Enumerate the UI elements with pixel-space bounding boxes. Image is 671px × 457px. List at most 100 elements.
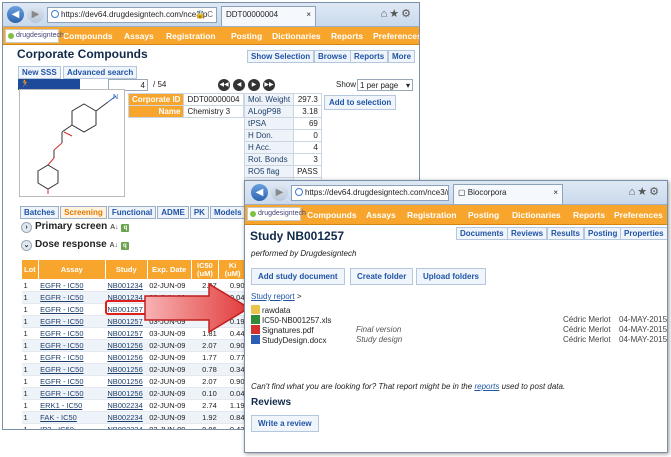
chevron-right-icon[interactable]: › xyxy=(21,222,32,233)
star-icon[interactable]: ★ xyxy=(637,186,649,198)
assay-link[interactable]: IP3 - IC50 xyxy=(40,425,74,429)
add-study-document-button[interactable]: Add study document xyxy=(251,268,345,285)
advanced-search-button[interactable]: Advanced search xyxy=(63,66,138,79)
create-folder-button[interactable]: Create folder xyxy=(350,268,414,285)
gear-icon[interactable]: ⚙ xyxy=(401,8,413,20)
file-name[interactable]: Signatures.pdf xyxy=(262,326,314,335)
star-icon[interactable]: ★ xyxy=(389,8,401,20)
browser-icons[interactable]: ⌂★⚙ xyxy=(381,7,413,20)
assay-link[interactable]: EGFR - IC50 xyxy=(40,293,83,302)
gear-icon[interactable]: ⚙ xyxy=(649,186,661,198)
study-link[interactable]: NB001256 xyxy=(107,389,142,398)
last-page-button[interactable]: ▶▶ xyxy=(263,79,275,91)
posting-button[interactable]: Posting xyxy=(584,227,622,240)
study-link[interactable]: NB002234 xyxy=(107,413,142,422)
query-icon[interactable]: q xyxy=(120,242,129,250)
file-row[interactable]: StudyDesign.docx Study design Cédric Merlo… xyxy=(251,335,667,346)
properties-button[interactable]: Properties xyxy=(620,227,667,240)
primary-screen-header[interactable]: › Primary screen A↓ q xyxy=(21,221,130,233)
menu-assays[interactable]: Assays xyxy=(124,27,154,45)
assay-link[interactable]: EGFR - IC50 xyxy=(40,389,83,398)
assay-link[interactable]: EGFR - IC50 xyxy=(40,281,83,290)
col-lot[interactable]: Lot xyxy=(21,259,39,280)
file-name[interactable]: IC50-NB001257.xls xyxy=(262,316,331,325)
upload-folders-button[interactable]: Upload folders xyxy=(416,268,487,285)
browse-button[interactable]: Browse xyxy=(314,50,351,63)
browser-tab[interactable]: DDT00000004 × xyxy=(221,6,316,26)
reports-link[interactable]: reports xyxy=(474,382,499,391)
assay-link[interactable]: EGFR - IC50 xyxy=(40,317,83,326)
menu-dictionaries[interactable]: Dictionaries xyxy=(272,27,321,45)
col-ic50[interactable]: IC50 (uM) xyxy=(190,259,220,280)
home-icon[interactable]: ⌂ xyxy=(381,8,390,20)
assay-link[interactable]: EGFR - IC50 xyxy=(40,377,83,386)
menu-reports[interactable]: Reports xyxy=(331,27,363,45)
tab-models[interactable]: Models xyxy=(209,206,246,219)
menu-registration[interactable]: Registration xyxy=(166,27,216,45)
browser-tab[interactable]: ▢ Biocorpora × xyxy=(453,184,563,204)
write-review-button[interactable]: Write a review xyxy=(251,415,319,432)
show-selection-button[interactable]: Show Selection xyxy=(247,50,315,63)
menu-dictionaries[interactable]: Dictionaries xyxy=(512,205,561,223)
assay-link[interactable]: ERK1 - IC50 xyxy=(40,401,82,410)
reviews-button[interactable]: Reviews xyxy=(507,227,548,240)
sort-icon[interactable]: A↓ xyxy=(109,242,118,249)
study-link[interactable]: NB001234 xyxy=(107,281,142,290)
col-exp-date[interactable]: Exp. Date xyxy=(146,259,192,280)
study-link[interactable]: NB001256 xyxy=(107,365,142,374)
tab-adme[interactable]: ADME xyxy=(157,206,189,219)
menu-compounds[interactable]: Compounds xyxy=(63,27,113,45)
sort-icon[interactable]: A↓ xyxy=(110,224,119,231)
forward-button[interactable]: ▶ xyxy=(27,6,44,23)
col-assay[interactable]: Assay xyxy=(37,259,106,280)
study-report-link[interactable]: Study report xyxy=(251,292,295,301)
per-page-select[interactable]: 1 per page ▾ xyxy=(357,79,413,91)
add-to-selection-button[interactable]: Add to selection xyxy=(324,95,397,110)
more-button[interactable]: More xyxy=(388,50,416,63)
col-study[interactable]: Study xyxy=(104,259,148,280)
query-icon[interactable]: q xyxy=(121,224,130,232)
tab-batches[interactable]: Batches xyxy=(20,206,60,219)
tab-screening[interactable]: Screening xyxy=(60,206,107,219)
menu-compounds[interactable]: Compounds xyxy=(307,205,357,223)
menu-reports[interactable]: Reports xyxy=(573,205,605,223)
home-icon[interactable]: ⌂ xyxy=(629,186,638,198)
address-bar[interactable]: https://dev64.drugdesigntech.com/nce3/p … xyxy=(47,7,217,23)
address-bar[interactable]: https://dev64.drugdesigntech.com/nce3/re xyxy=(291,185,449,201)
assay-link[interactable]: EGFR - IC50 xyxy=(40,329,83,338)
study-link[interactable]: NB001256 xyxy=(107,353,142,362)
assay-link[interactable]: EGFR - IC50 xyxy=(40,341,83,350)
next-page-button[interactable]: ▶ xyxy=(248,79,260,91)
close-tab-icon[interactable]: × xyxy=(553,188,558,197)
browser-icons[interactable]: ⌂★⚙ xyxy=(629,185,661,198)
study-link[interactable]: NB001257 xyxy=(107,317,142,326)
new-sss-button[interactable]: New SSS xyxy=(18,66,61,79)
assay-link[interactable]: FAK - IC50 xyxy=(40,413,77,422)
back-button[interactable]: ◀ xyxy=(251,184,268,201)
menu-assays[interactable]: Assays xyxy=(366,205,396,223)
chevron-down-icon[interactable]: ⌄ xyxy=(21,240,32,251)
tab-pk[interactable]: PK xyxy=(189,206,209,219)
menu-preferences[interactable]: Preferences xyxy=(373,27,419,45)
study-link[interactable]: NB002234 xyxy=(107,401,142,410)
forward-button[interactable]: ▶ xyxy=(271,184,288,201)
file-name[interactable]: rawdata xyxy=(262,306,290,315)
menu-registration[interactable]: Registration xyxy=(407,205,457,223)
study-link[interactable]: NB001256 xyxy=(107,377,142,386)
study-link[interactable]: NB001256 xyxy=(107,341,142,350)
prev-page-button[interactable]: ◀ xyxy=(233,79,245,91)
first-page-button[interactable]: ◀◀ xyxy=(218,79,230,91)
study-link[interactable]: NB001257 xyxy=(107,329,142,338)
study-link[interactable]: NB002234 xyxy=(107,425,142,429)
menu-preferences[interactable]: Preferences xyxy=(614,205,663,223)
assay-link[interactable]: EGFR - IC50 xyxy=(40,305,83,314)
tab-functional[interactable]: Functional xyxy=(107,206,157,219)
close-tab-icon[interactable]: × xyxy=(306,10,311,19)
menu-posting[interactable]: Posting xyxy=(231,27,262,45)
results-button[interactable]: Results xyxy=(547,227,584,240)
menu-posting[interactable]: Posting xyxy=(468,205,499,223)
file-name[interactable]: StudyDesign.docx xyxy=(262,336,326,345)
back-button[interactable]: ◀ xyxy=(7,6,24,23)
dose-response-header[interactable]: ⌄ Dose response A↓ q xyxy=(21,239,129,251)
assay-link[interactable]: EGFR - IC50 xyxy=(40,353,83,362)
